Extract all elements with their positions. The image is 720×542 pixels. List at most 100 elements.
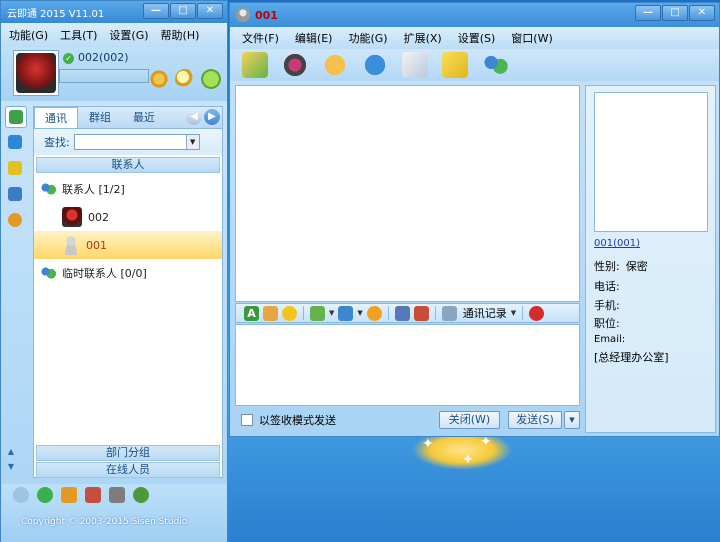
add-icon[interactable] bbox=[37, 487, 53, 503]
contacts-header[interactable]: 联系人 bbox=[36, 157, 220, 173]
client-title: 云即通 2015 V11.01 bbox=[7, 9, 105, 20]
close-chat-button[interactable]: 关闭(W) bbox=[439, 411, 500, 429]
side-nav-info[interactable] bbox=[5, 184, 27, 206]
checkmark-folder-icon bbox=[8, 161, 22, 175]
side-nav-tasks[interactable] bbox=[5, 158, 27, 180]
receipt-mode-checkbox[interactable] bbox=[241, 414, 253, 426]
chevron-down-icon[interactable]: ▼ bbox=[185, 135, 199, 149]
contact-row-002[interactable]: 002 bbox=[34, 203, 222, 231]
side-nav-contacts[interactable] bbox=[5, 106, 27, 128]
screenshot-icon[interactable] bbox=[338, 305, 354, 321]
temp-contact-group-row[interactable]: 临时联系人 [0/0] bbox=[34, 259, 222, 287]
history-label[interactable]: 通讯记录 bbox=[463, 305, 507, 321]
menu-extend[interactable]: 扩展(X) bbox=[404, 30, 442, 46]
menu-edit[interactable]: 编辑(E) bbox=[295, 30, 333, 46]
signature-input[interactable] bbox=[59, 69, 149, 83]
tools-icon[interactable] bbox=[109, 487, 125, 503]
music-icon[interactable] bbox=[413, 305, 429, 321]
department-group-button[interactable]: 部门分组 bbox=[36, 445, 220, 461]
chat-icon[interactable] bbox=[133, 487, 149, 503]
close-button[interactable]: ✕ bbox=[689, 5, 715, 21]
send-file-icon[interactable] bbox=[242, 52, 268, 78]
menu-tools[interactable]: 工具(T) bbox=[60, 27, 97, 43]
caret-down-icon[interactable]: ▼ bbox=[329, 309, 334, 317]
contact-id-link[interactable]: 001(001) bbox=[594, 238, 640, 249]
checkmark-folder-icon[interactable] bbox=[442, 52, 468, 78]
phone-icon bbox=[8, 213, 22, 227]
side-nav bbox=[5, 106, 29, 232]
tab-recent[interactable]: 最近 bbox=[122, 107, 166, 128]
caret-down-icon[interactable]: ▼ bbox=[357, 309, 362, 317]
user-lookup-icon[interactable] bbox=[149, 69, 169, 89]
online-status-icon[interactable]: ✓ bbox=[63, 53, 74, 64]
maximize-button[interactable]: □ bbox=[170, 3, 196, 19]
divider bbox=[387, 306, 389, 320]
avatar[interactable] bbox=[13, 50, 59, 96]
menu-help[interactable]: 帮助(H) bbox=[161, 27, 200, 43]
send-options-button[interactable]: ▼ bbox=[564, 411, 580, 429]
contact-group-row[interactable]: 联系人 [1/2] bbox=[34, 175, 222, 203]
tab-contacts[interactable]: 通讯 bbox=[34, 107, 78, 128]
font-icon[interactable]: A bbox=[244, 305, 259, 321]
phone-label: 电话: bbox=[594, 280, 620, 293]
close-button[interactable]: ✕ bbox=[197, 3, 223, 19]
scroll-down-icon[interactable]: ▼ bbox=[5, 462, 17, 474]
nav-forward-icon[interactable]: ▶ bbox=[204, 109, 220, 125]
format-toolbar: A ▼ ▼ 通讯记录 ▼ bbox=[235, 303, 580, 323]
person-icon bbox=[236, 8, 250, 22]
search-input[interactable]: ▼ bbox=[73, 134, 200, 150]
client-menubar: 功能(G) 工具(T) 设置(G) 帮助(H) bbox=[1, 23, 227, 47]
chat-title-bar[interactable]: 001 — □ ✕ bbox=[230, 3, 719, 27]
contact-label: 001 bbox=[86, 238, 107, 252]
maximize-button[interactable]: □ bbox=[662, 5, 688, 21]
nav-back-icon[interactable]: ◀ bbox=[186, 109, 202, 125]
calendar-icon[interactable] bbox=[85, 487, 101, 503]
search-label: 查找: bbox=[44, 136, 70, 149]
group-icon bbox=[40, 266, 56, 280]
temp-group-label: 临时联系人 [0/0] bbox=[62, 267, 147, 280]
search-icon[interactable] bbox=[175, 69, 195, 89]
document-icon[interactable] bbox=[402, 52, 428, 78]
menu-function[interactable]: 功能(G) bbox=[9, 27, 48, 43]
smiley-icon[interactable] bbox=[201, 69, 221, 89]
side-nav-phone[interactable] bbox=[5, 210, 27, 232]
receipt-mode-label: 以签收模式发送 bbox=[259, 414, 336, 427]
send-button[interactable]: 发送(S) bbox=[508, 411, 562, 429]
scroll-up-icon[interactable]: ▲ bbox=[5, 447, 17, 459]
menu-settings[interactable]: 设置(S) bbox=[458, 30, 496, 46]
menu-window[interactable]: 窗口(W) bbox=[511, 30, 552, 46]
menu-function[interactable]: 功能(G) bbox=[348, 30, 387, 46]
mobile-label: 手机: bbox=[594, 299, 620, 312]
minimize-button[interactable]: — bbox=[635, 5, 661, 21]
message-history-area[interactable] bbox=[235, 85, 580, 302]
message-input[interactable] bbox=[235, 324, 580, 406]
client-title-bar[interactable]: 云即通 2015 V11.01 — □ ✕ bbox=[1, 1, 227, 23]
folder-icon[interactable] bbox=[61, 487, 77, 503]
sparkle-icon: ✦ bbox=[422, 436, 434, 452]
caret-down-icon[interactable]: ▼ bbox=[511, 309, 516, 317]
profile-icon[interactable] bbox=[322, 52, 348, 78]
contact-photo bbox=[594, 92, 708, 232]
menu-settings[interactable]: 设置(G) bbox=[109, 27, 148, 43]
side-nav-globe[interactable] bbox=[5, 132, 27, 154]
shake-icon[interactable] bbox=[366, 305, 382, 321]
group-chat-icon[interactable] bbox=[482, 52, 508, 78]
divider bbox=[303, 306, 304, 320]
pen-icon[interactable] bbox=[310, 305, 325, 321]
image-icon[interactable] bbox=[394, 305, 410, 321]
remote-desktop-icon[interactable] bbox=[362, 52, 388, 78]
menu-file[interactable]: 文件(F) bbox=[242, 30, 279, 46]
emoticon-icon[interactable] bbox=[282, 305, 297, 321]
contact-row-001[interactable]: 001 bbox=[34, 231, 222, 259]
online-users-button[interactable]: 在线人员 bbox=[36, 462, 220, 478]
minimize-button[interactable]: — bbox=[143, 3, 169, 19]
tab-groups[interactable]: 群组 bbox=[78, 107, 122, 128]
speaker-icon[interactable] bbox=[13, 487, 29, 503]
history-icon[interactable] bbox=[441, 305, 457, 321]
contact-group-label: 联系人 [1/2] bbox=[62, 183, 125, 196]
chat-menubar: 文件(F) 编辑(E) 功能(G) 扩展(X) 设置(S) 窗口(W) bbox=[230, 27, 719, 49]
stop-icon[interactable] bbox=[529, 305, 545, 321]
video-icon[interactable] bbox=[282, 52, 308, 78]
color-icon[interactable] bbox=[263, 305, 278, 321]
copyright-text: Copyright © 2003-2015 Sisen Studio bbox=[21, 517, 188, 527]
